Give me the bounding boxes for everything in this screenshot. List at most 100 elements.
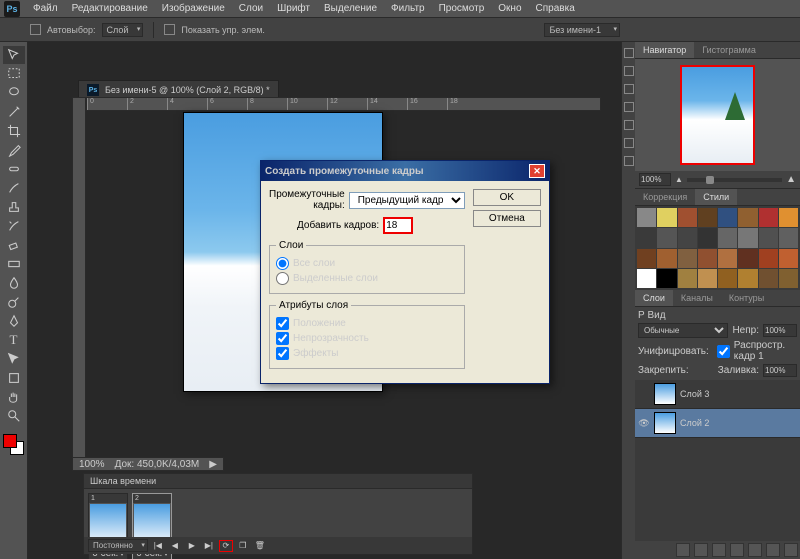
tween-button[interactable]: ⟳ (219, 540, 233, 552)
tool-heal[interactable] (3, 160, 25, 178)
style-swatch[interactable] (738, 269, 757, 288)
first-frame-button[interactable]: |◀ (151, 540, 165, 552)
loop-dropdown[interactable]: Постоянно (88, 539, 148, 552)
add-frames-input[interactable] (383, 217, 413, 234)
menu-filter[interactable]: Фильтр (384, 1, 432, 16)
style-swatch[interactable] (678, 228, 697, 247)
fx-icon[interactable] (694, 543, 708, 557)
menu-file[interactable]: Файл (26, 1, 65, 16)
check-position[interactable]: Положение (276, 317, 458, 330)
tool-stamp[interactable] (3, 198, 25, 216)
tool-gradient[interactable] (3, 255, 25, 273)
dialog-titlebar[interactable]: Создать промежуточные кадры ✕ (261, 161, 549, 181)
tool-marquee[interactable] (3, 65, 25, 83)
new-layer-icon[interactable] (766, 543, 780, 557)
radio-all-layers[interactable]: Все слои (276, 257, 458, 270)
menu-layers[interactable]: Слои (232, 1, 270, 16)
tab-navigator[interactable]: Навигатор (635, 42, 694, 58)
style-swatch[interactable] (779, 249, 798, 268)
panel-icon[interactable] (624, 138, 634, 148)
opacity-input[interactable] (763, 324, 797, 337)
next-frame-button[interactable]: ▶| (202, 540, 216, 552)
zoom-out-icon[interactable]: ▲ (675, 175, 683, 184)
play-button[interactable]: ▶ (185, 540, 199, 552)
tool-eyedropper[interactable] (3, 141, 25, 159)
layer-thumbnail[interactable] (654, 412, 676, 434)
duplicate-frame-button[interactable]: ❐ (236, 540, 250, 552)
tool-blur[interactable] (3, 274, 25, 292)
style-swatch[interactable] (759, 208, 778, 227)
menu-window[interactable]: Окно (491, 1, 528, 16)
nav-zoom-slider[interactable] (687, 178, 782, 182)
style-swatch[interactable] (738, 208, 757, 227)
tool-zoom[interactable] (3, 407, 25, 425)
layer-row[interactable]: 👁 Слой 2 (635, 409, 800, 438)
style-swatch[interactable] (698, 249, 717, 268)
tool-history-brush[interactable] (3, 217, 25, 235)
style-swatch[interactable] (759, 228, 778, 247)
style-swatch[interactable] (657, 269, 676, 288)
trash-icon[interactable] (784, 543, 798, 557)
status-arrow-icon[interactable]: ▶ (209, 459, 217, 470)
menu-image[interactable]: Изображение (155, 1, 232, 16)
visibility-toggle[interactable] (638, 388, 650, 400)
check-opacity[interactable]: Непрозрачность (276, 332, 458, 345)
check-effects[interactable]: Эффекты (276, 347, 458, 360)
nav-zoom-input[interactable] (639, 173, 671, 186)
tool-dodge[interactable] (3, 293, 25, 311)
color-swatches[interactable] (0, 434, 27, 458)
tool-pen[interactable] (3, 312, 25, 330)
style-swatch[interactable] (718, 208, 737, 227)
style-swatch[interactable] (698, 269, 717, 288)
navigator-thumbnail[interactable] (635, 59, 800, 171)
style-swatch[interactable] (718, 269, 737, 288)
layer-name[interactable]: Слой 2 (680, 418, 709, 428)
menu-type[interactable]: Шрифт (270, 1, 317, 16)
blend-mode-dropdown[interactable]: Обычные (638, 323, 728, 338)
cancel-button[interactable]: Отмена (473, 210, 541, 227)
panel-icon[interactable] (624, 102, 634, 112)
close-button[interactable]: ✕ (529, 164, 545, 178)
tween-with-dropdown[interactable]: Предыдущий кадр (349, 192, 465, 209)
panel-icon[interactable] (624, 84, 634, 94)
menu-view[interactable]: Просмотр (432, 1, 492, 16)
tab-paths[interactable]: Контуры (721, 290, 772, 306)
tool-move[interactable] (3, 46, 25, 64)
panel-icon[interactable] (624, 120, 634, 130)
style-swatch[interactable] (698, 228, 717, 247)
radio-selected-layers[interactable]: Выделенные слои (276, 272, 458, 285)
showctrl-checkbox[interactable] (164, 24, 175, 35)
style-swatch[interactable] (657, 208, 676, 227)
style-swatch[interactable] (779, 208, 798, 227)
delete-frame-button[interactable]: 🗑 (253, 540, 267, 552)
doc-tab-short[interactable]: Без имени-1 (544, 23, 620, 37)
visibility-toggle[interactable]: 👁 (638, 417, 650, 429)
tab-channels[interactable]: Каналы (673, 290, 721, 306)
tool-lasso[interactable] (3, 84, 25, 102)
style-swatch[interactable] (759, 269, 778, 288)
tool-eraser[interactable] (3, 236, 25, 254)
style-swatch[interactable] (637, 269, 656, 288)
tool-path[interactable] (3, 350, 25, 368)
style-swatch[interactable] (698, 208, 717, 227)
mask-icon[interactable] (712, 543, 726, 557)
layer-name[interactable]: Слой 3 (680, 389, 709, 399)
status-zoom[interactable]: 100% (79, 459, 105, 470)
zoom-in-icon[interactable]: ▲ (786, 174, 796, 185)
tool-crop[interactable] (3, 122, 25, 140)
link-layers-icon[interactable] (676, 543, 690, 557)
style-swatch[interactable] (637, 228, 656, 247)
style-swatch[interactable] (657, 249, 676, 268)
group-icon[interactable] (748, 543, 762, 557)
panel-icon[interactable] (624, 66, 634, 76)
panel-icon[interactable] (624, 48, 634, 58)
autoselect-dropdown[interactable]: Слой (102, 23, 144, 37)
style-swatch[interactable] (779, 228, 798, 247)
layer-row[interactable]: Слой 3 (635, 380, 800, 409)
menu-help[interactable]: Справка (529, 1, 582, 16)
fg-color[interactable] (3, 434, 17, 448)
style-swatch[interactable] (718, 228, 737, 247)
style-swatch[interactable] (738, 249, 757, 268)
tab-histogram[interactable]: Гистограмма (694, 42, 764, 58)
tab-styles[interactable]: Стили (695, 189, 737, 205)
